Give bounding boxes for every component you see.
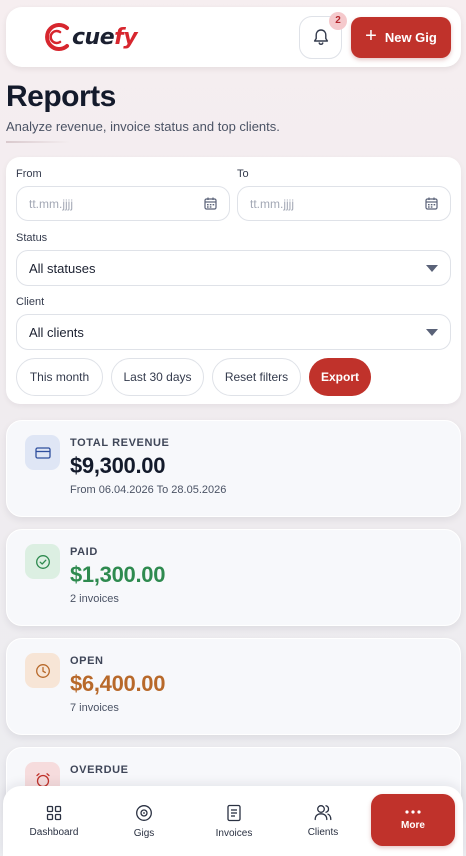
more-dots-icon: [405, 809, 421, 814]
new-gig-label: New Gig: [384, 29, 437, 45]
nav-clients-label: Clients: [307, 827, 339, 838]
this-month-button[interactable]: This month: [16, 358, 103, 396]
card-icon: [25, 435, 60, 470]
chevron-down-icon: [426, 328, 438, 336]
total-revenue-card: TOTAL REVENUE $9,300.00 From 06.04.2026 …: [6, 420, 461, 517]
bottom-navigation: Dashboard Gigs Invoices Clients More: [3, 786, 463, 856]
notification-count-badge: 2: [329, 11, 347, 30]
check-circle-icon: [25, 544, 60, 579]
logo-c-mark: [45, 23, 69, 51]
last-30-days-button[interactable]: Last 30 days: [111, 358, 204, 396]
open-card: OPEN $6,400.00 7 invoices: [6, 638, 461, 735]
client-select[interactable]: All clients: [16, 314, 451, 350]
from-date-placeholder: tt.mm.jjjj: [29, 196, 73, 211]
disc-icon: [136, 804, 152, 821]
from-date-input[interactable]: tt.mm.jjjj: [16, 186, 230, 221]
top-bar: cuefy 2 + New Gig: [6, 7, 461, 67]
nav-gigs-label: Gigs: [133, 827, 155, 839]
nav-invoices-label: Invoices: [215, 827, 253, 839]
nav-dashboard-label: Dashboard: [29, 826, 79, 838]
open-label: OPEN: [70, 655, 104, 667]
export-button[interactable]: Export: [309, 358, 371, 396]
cuefy-logo[interactable]: cuefy: [42, 17, 138, 57]
paid-card: PAID $1,300.00 2 invoices: [6, 529, 461, 626]
client-label: Client: [16, 296, 45, 308]
nav-more-label: More: [401, 819, 425, 831]
title-underline: [6, 141, 70, 143]
new-gig-button[interactable]: + New Gig: [351, 16, 451, 58]
nav-gigs[interactable]: Gigs: [102, 794, 186, 848]
paid-value: $1,300.00: [70, 562, 166, 587]
total-revenue-range: From 06.04.2026 To 28.05.2026: [70, 484, 227, 496]
open-value: $6,400.00: [70, 671, 166, 696]
reset-filters-button[interactable]: Reset filters: [212, 358, 301, 396]
status-label: Status: [16, 232, 48, 244]
page-subtitle: Analyze revenue, invoice status and top …: [6, 119, 280, 134]
status-select-value: All statuses: [29, 260, 96, 276]
plus-icon: +: [365, 25, 377, 47]
notifications-button[interactable]: 2: [299, 11, 347, 59]
to-date-placeholder: tt.mm.jjjj: [250, 196, 294, 211]
paid-invoice-count: 2 invoices: [70, 593, 119, 605]
calendar-icon[interactable]: [425, 197, 438, 210]
nav-invoices[interactable]: Invoices: [192, 794, 276, 848]
logo-text: cuefy: [72, 24, 138, 50]
paid-label: PAID: [70, 546, 98, 558]
users-icon: [314, 805, 332, 821]
from-label: From: [16, 168, 42, 180]
calendar-icon[interactable]: [204, 197, 217, 210]
open-invoice-count: 7 invoices: [70, 702, 119, 714]
nav-more[interactable]: More: [371, 794, 455, 846]
status-select[interactable]: All statuses: [16, 250, 451, 286]
document-icon: [227, 804, 241, 821]
nav-clients[interactable]: Clients: [281, 794, 365, 848]
nav-dashboard[interactable]: Dashboard: [12, 794, 96, 848]
client-select-value: All clients: [29, 324, 84, 340]
bell-icon: [313, 29, 328, 45]
total-revenue-value: $9,300.00: [70, 453, 166, 478]
to-date-input[interactable]: tt.mm.jjjj: [237, 186, 451, 221]
clock-icon: [25, 653, 60, 688]
chevron-down-icon: [426, 264, 438, 272]
page-title: Reports: [6, 80, 116, 113]
to-label: To: [237, 168, 249, 180]
total-revenue-label: TOTAL REVENUE: [70, 437, 170, 449]
filters-panel: From tt.mm.jjjj To tt.mm.jjjj Status All…: [6, 157, 461, 404]
dashboard-icon: [46, 805, 62, 820]
overdue-label: OVERDUE: [70, 764, 129, 776]
